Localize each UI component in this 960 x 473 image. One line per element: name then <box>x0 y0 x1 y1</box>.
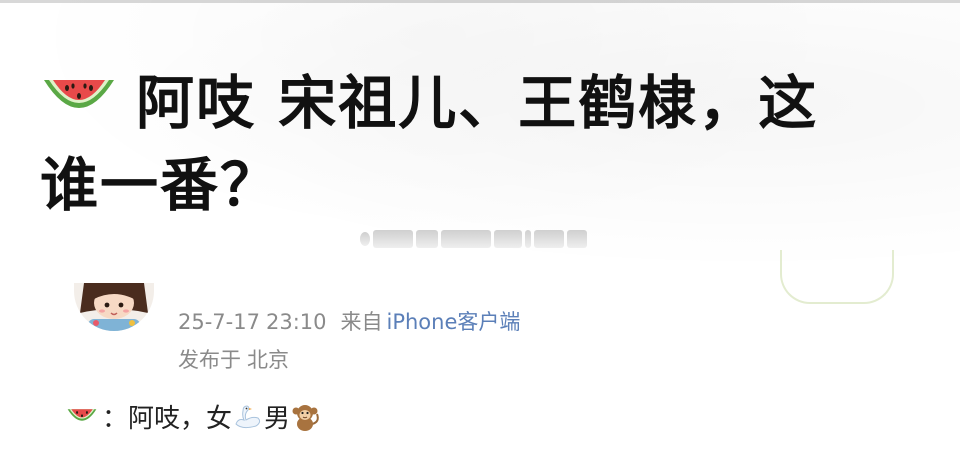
post-title-line-2: 谁一番？ <box>40 151 281 219</box>
watermelon-icon <box>44 79 114 108</box>
avatar[interactable] <box>74 283 154 331</box>
location-prefix: 发布于 <box>178 348 241 372</box>
source-prefix: 来自 <box>340 310 383 334</box>
follow-button-outline[interactable] <box>780 250 894 304</box>
post-title-line-1: 阿吱 宋祖儿、王鹤棣，这 <box>40 62 920 144</box>
location-city: 北京 <box>247 348 289 372</box>
device-link[interactable]: iPhone客户端 <box>387 310 521 334</box>
post-time: 23:10 <box>265 310 327 334</box>
title-text-1: 阿吱 宋祖儿、王鹤棣，这 <box>136 69 819 137</box>
comment-part-2: 男 <box>264 404 291 434</box>
avatar-girl-cartoon-icon <box>74 283 154 331</box>
swan-icon <box>235 404 261 428</box>
post-title[interactable]: 阿吱 宋祖儿、王鹤棣，这 谁一番？ <box>40 62 920 226</box>
comment-part-1: 阿吱，女 <box>128 404 233 434</box>
comment-text[interactable]: ： 阿吱，女 男 <box>66 398 320 435</box>
watermelon-icon <box>67 408 97 421</box>
post-date: 25-7-17 <box>178 310 260 334</box>
monkey-icon <box>292 404 319 431</box>
comment-separator: ： <box>102 404 129 434</box>
top-divider <box>0 0 960 3</box>
post-location: 发布于 北京 <box>178 344 289 374</box>
post-meta: 25-7-17 23:10 来自 iPhone客户端 <box>178 306 520 336</box>
blurred-text-strip <box>360 228 600 250</box>
